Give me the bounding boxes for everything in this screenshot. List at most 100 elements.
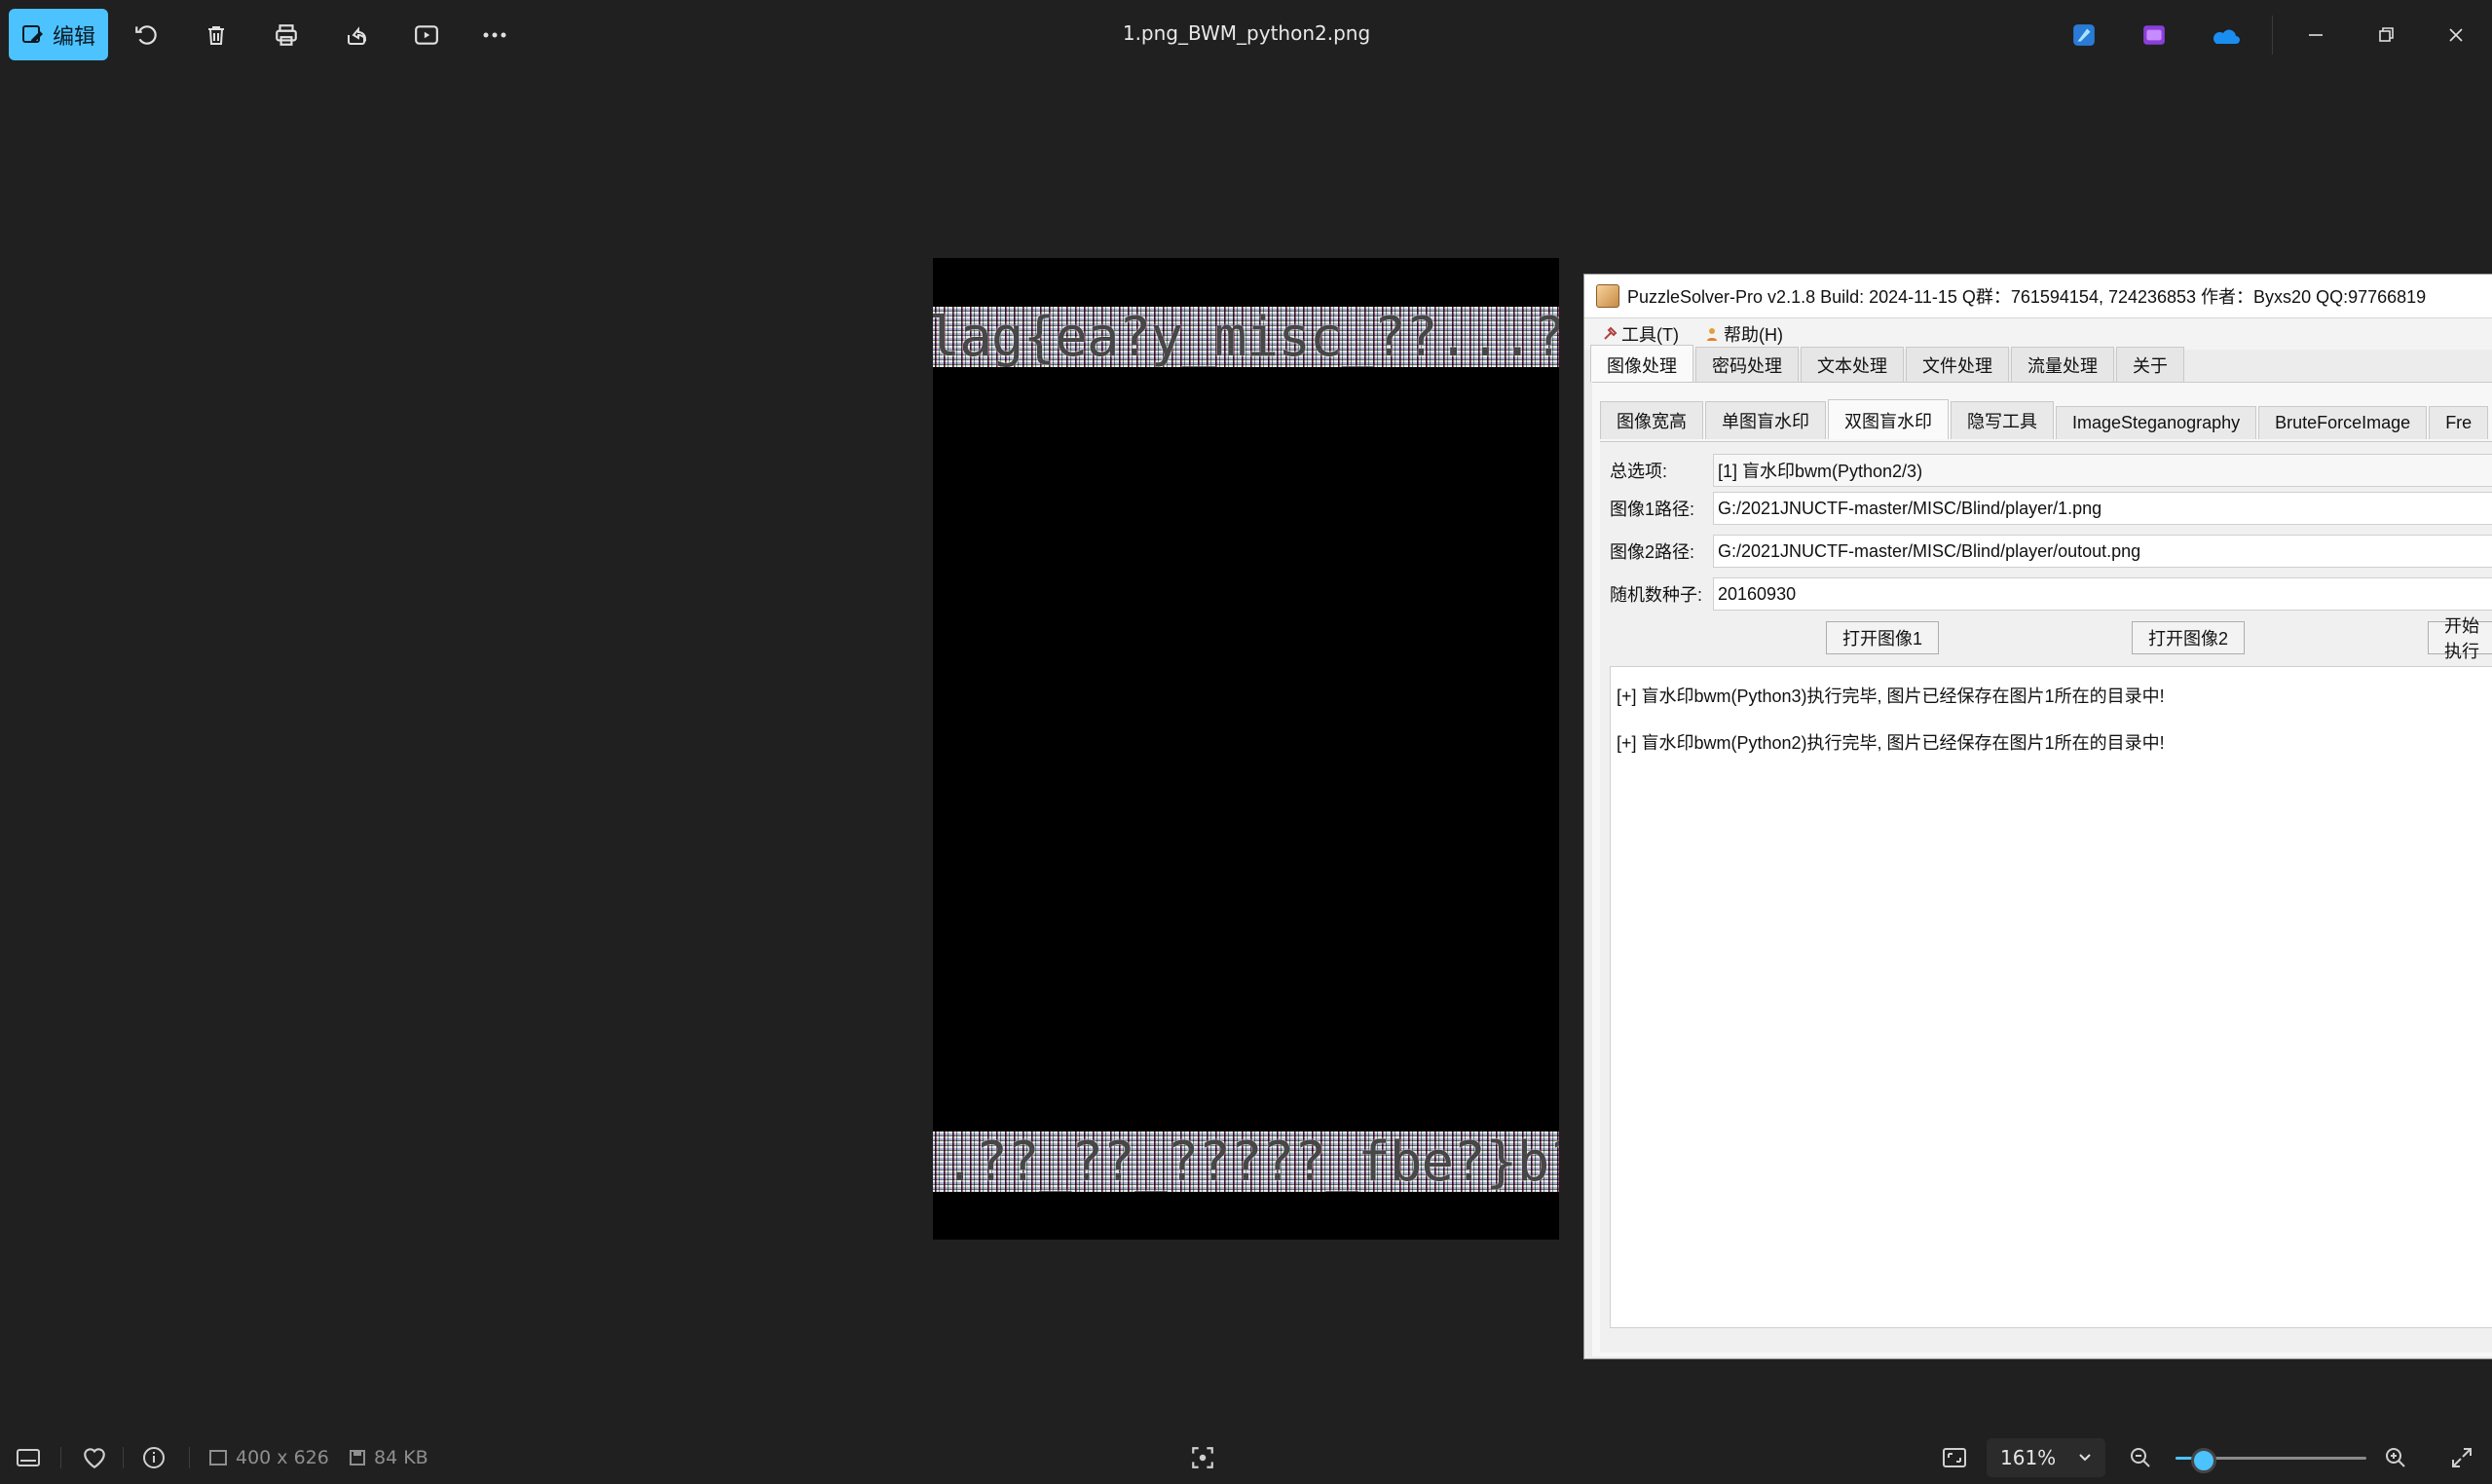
tab-traffic[interactable]: 流量处理	[2011, 347, 2114, 383]
zoom-out-icon	[2131, 1448, 2150, 1467]
zoom-slider-thumb[interactable]	[2191, 1448, 2217, 1473]
designer-icon	[2073, 24, 2095, 46]
subtab-single-watermark[interactable]: 单图盲水印	[1705, 401, 1826, 439]
file-title: 1.png_BWM_python2.png	[1122, 21, 1371, 45]
log-line: [+] 盲水印bwm(Python3)执行完毕, 图片已经保存在图片1所在的目录…	[1617, 686, 2165, 706]
fit-window-icon	[1943, 1448, 1966, 1467]
dimensions-info: 400 x 626	[208, 1443, 329, 1472]
option-row: 总选项: [1] 盲水印bwm(Python2/3)	[1610, 454, 2492, 487]
zoom-dropdown[interactable]: 161%	[1987, 1438, 2105, 1477]
edit-image-icon	[21, 24, 43, 43]
dimensions-text: 400 x 626	[236, 1447, 329, 1468]
tab-file[interactable]: 文件处理	[1906, 347, 2009, 383]
clipchamp-icon	[2143, 25, 2165, 45]
more-button[interactable]	[473, 14, 516, 56]
printer-icon	[276, 24, 297, 46]
edit-button-label: 编辑	[52, 24, 95, 50]
fullscreen-button[interactable]	[2450, 1443, 2473, 1472]
open-image2-button[interactable]: 打开图像2	[2132, 621, 2246, 654]
menu-help-label: 帮助(H)	[1723, 325, 1783, 345]
menu-tools[interactable]: 工具(T)	[1602, 321, 1679, 347]
option-select[interactable]: [1] 盲水印bwm(Python2/3)	[1713, 454, 2492, 487]
tab-text[interactable]: 文本处理	[1801, 347, 1904, 383]
filmstrip-icon	[17, 1449, 40, 1466]
subtab-dual-watermark[interactable]: 双图盲水印	[1828, 399, 1949, 439]
favorite-button[interactable]	[82, 1443, 107, 1472]
option-label: 总选项:	[1610, 462, 1668, 481]
window-titlebar[interactable]: PuzzleSolver-Pro v2.1.8 Build: 2024-11-1…	[1584, 275, 2492, 318]
puzzlesolver-window: PuzzleSolver-Pro v2.1.8 Build: 2024-11-1…	[1583, 274, 2492, 1359]
dimensions-icon	[209, 1450, 227, 1465]
filesize-info: 84 KB	[349, 1443, 428, 1472]
share-button[interactable]	[335, 14, 378, 56]
filmstrip-button[interactable]	[16, 1443, 41, 1472]
subtab-image-steganography[interactable]: ImageSteganography	[2056, 406, 2257, 439]
rotate-button[interactable]	[125, 14, 167, 56]
restore-icon	[2379, 27, 2394, 42]
subtab-stego-tools[interactable]: 隐写工具	[1951, 401, 2054, 439]
tools-icon	[1604, 326, 1618, 340]
displayed-image[interactable]: flag{ea?y_misc_??...?? ...??_??_?????_fb…	[933, 258, 1559, 1240]
watermark-band-top: flag{ea?y_misc_??...??	[933, 307, 1559, 367]
dual-watermark-form: 总选项: [1] 盲水印bwm(Python2/3) 图像1路径: G:/202…	[1600, 441, 2492, 1353]
image1-path-input[interactable]: G:/2021JNUCTF-master/MISC/Blind/player/1…	[1713, 492, 2492, 525]
status-separator	[189, 1447, 190, 1468]
image1-label: 图像1路径:	[1610, 500, 1695, 519]
filesize-text: 84 KB	[374, 1447, 428, 1468]
onedrive-icon	[2213, 29, 2240, 44]
watermark-text-top: flag{ea?y_misc_??...??	[933, 307, 1559, 367]
subtab-bruteforce-image[interactable]: BruteForceImage	[2258, 406, 2428, 439]
help-person-icon	[1706, 328, 1717, 341]
slideshow-button[interactable]	[405, 14, 448, 56]
minimize-button[interactable]	[2294, 14, 2337, 56]
subtab-more[interactable]: Fre	[2429, 406, 2489, 439]
watermark-text-bottom: ...??_??_?????_fbe?}b?_	[933, 1132, 1559, 1192]
menubar: 工具(T) 帮助(H)	[1584, 318, 2492, 350]
toolbar-separator	[2272, 16, 2273, 55]
print-button[interactable]	[265, 14, 308, 56]
status-separator	[123, 1447, 124, 1468]
tab-about[interactable]: 关于	[2116, 347, 2184, 383]
top-toolbar: 编辑 1.png_BWM_python2.png	[0, 0, 2492, 70]
info-button[interactable]	[142, 1443, 166, 1472]
delete-button[interactable]	[195, 14, 238, 56]
zoom-slider[interactable]	[2176, 1448, 2366, 1473]
share-icon	[348, 26, 367, 45]
edit-button[interactable]: 编辑	[9, 9, 108, 60]
seed-label: 随机数种子:	[1610, 585, 1703, 605]
start-button[interactable]: 开始执行	[2428, 616, 2492, 661]
rotate-icon	[135, 25, 157, 45]
onedrive-button[interactable]	[2203, 14, 2246, 56]
image2-row: 图像2路径: G:/2021JNUCTF-master/MISC/Blind/p…	[1610, 535, 2492, 568]
open-image1-button[interactable]: 打开图像1	[1826, 621, 1940, 654]
menu-tools-label: 工具(T)	[1621, 325, 1679, 345]
tab-image[interactable]: 图像处理	[1590, 345, 1693, 383]
seed-row: 随机数种子: 20160930	[1610, 577, 2492, 611]
chevron-down-icon	[2079, 1454, 2091, 1462]
watermark-band-bottom: ...??_??_?????_fbe?}b?_	[933, 1132, 1559, 1192]
sub-tabs: 图像宽高 单图盲水印 双图盲水印 隐写工具 ImageSteganography…	[1600, 399, 2490, 439]
designer-button[interactable]	[2063, 14, 2105, 56]
fit-to-window-button[interactable]	[1942, 1443, 1967, 1472]
close-button[interactable]	[2435, 14, 2477, 56]
zoom-value: 161%	[2000, 1446, 2057, 1469]
output-log[interactable]: [+] 盲水印bwm(Python3)执行完毕, 图片已经保存在图片1所在的目录…	[1610, 666, 2492, 1328]
seed-input[interactable]: 20160930	[1713, 577, 2492, 611]
restore-button[interactable]	[2364, 14, 2407, 56]
more-icon	[483, 32, 506, 38]
subtab-image-size[interactable]: 图像宽高	[1600, 401, 1703, 439]
heart-icon	[84, 1448, 105, 1469]
clipchamp-button[interactable]	[2133, 14, 2176, 56]
zoom-out-button[interactable]	[2129, 1443, 2152, 1472]
window-title: PuzzleSolver-Pro v2.1.8 Build: 2024-11-1…	[1627, 287, 2427, 307]
tab-crypto[interactable]: 密码处理	[1695, 347, 1799, 383]
trash-icon	[208, 26, 224, 45]
image2-path-input[interactable]: G:/2021JNUCTF-master/MISC/Blind/player/o…	[1713, 535, 2492, 568]
menu-help[interactable]: 帮助(H)	[1704, 321, 1783, 347]
status-bar: 400 x 626 84 KB 161%	[0, 1431, 2492, 1484]
fullscreen-icon	[2452, 1448, 2472, 1467]
focus-button[interactable]	[1190, 1443, 1215, 1472]
zoom-in-button[interactable]	[2384, 1443, 2407, 1472]
minimize-icon	[2309, 34, 2323, 36]
play-icon	[415, 25, 438, 45]
